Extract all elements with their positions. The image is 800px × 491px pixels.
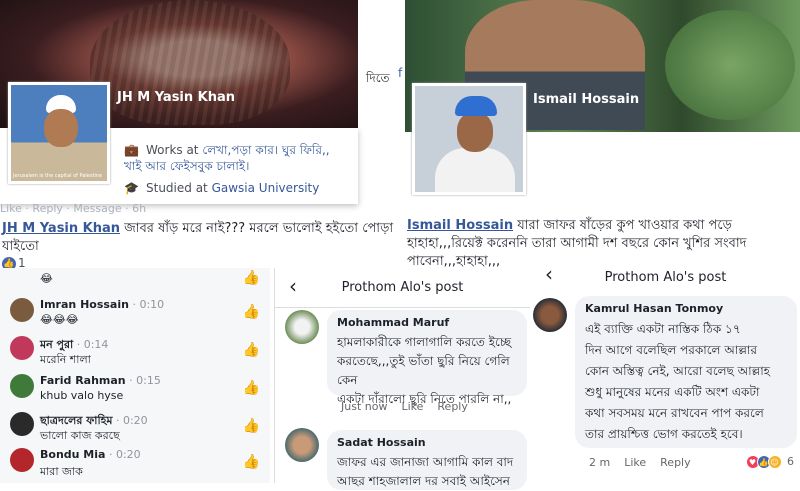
comment-line: এই ব্যাক্তি একটা নাস্তিক ঠিক ১৭ [585,322,741,336]
comment-list-left: 😂 👍 Imran Hossain · 0:10 😂😂😂 👍 মন পুরা ·… [0,268,270,483]
comment-line: আছর শাহজালাল দর সবাই আইসেন [337,474,510,488]
mobile-header: ‹ Prothom Alo's post [275,268,530,308]
haha-reaction-icon: ☺ [767,455,782,469]
comment-line: কোন অস্তিত্ব নেই, আরো বলেছ আল্লাহ [585,364,770,378]
comment-line: শুধু মানুষের মনের একটি অংশ একটা [585,385,760,399]
comment-author-yasin[interactable]: JH M Yasin Khan [2,221,120,236]
like-icon[interactable]: 👍 [243,270,260,286]
list-item-text: khub valo hyse [40,389,124,402]
list-item-text: 😂 [40,272,53,285]
background-post-link: f [398,66,403,80]
comment-actions: Just now Like Reply [341,400,482,413]
cover-photo-foliage [665,10,795,120]
avatar[interactable] [285,310,319,344]
reaction-count: 6 [787,455,794,468]
comment-text-line1: জাবর ষাঁড় মরে নাই??? মরলে ভালোই হইতো পো… [120,221,394,236]
avatar[interactable] [10,412,34,436]
faded-comment-actions: Like · Reply · Message · 6h [0,202,147,215]
avatar[interactable] [10,374,34,398]
comment-author-ismail[interactable]: Ismail Hossain [407,218,513,233]
avatar[interactable] [10,336,34,360]
like-icon[interactable]: 👍 [243,418,260,434]
comment-line: দিন আগে বলেছিল পরকালে আল্লার [585,343,757,357]
reply-button[interactable]: Reply [437,400,467,413]
post-title: Prothom Alo's post [604,270,727,285]
studied-link[interactable]: Gawsia University [212,181,320,195]
avatar-caption: Jerusalem is the capital of Palestine [13,173,103,179]
mobile-comments-panel-2: ‹ Prothom Alo's post Kamrul Hasan Tonmoy… [531,262,800,483]
list-item: Bondu Mia · 0:20 মারা জাক 👍 [0,444,270,482]
list-item-text: মারা জাক [40,465,83,478]
comment-text-line2: যাইতো [2,239,39,254]
briefcase-icon: 💼 [124,143,139,157]
comment-line: করতেছে,,,তুই ভাঁতা ছুরি নিয়ে গেলি কেন [337,354,510,387]
post-title: Prothom Alo's post [341,280,464,295]
studied-at-row: 🎓 Studied at Gawsia University [124,180,319,196]
like-icon[interactable]: 👍 [243,454,260,470]
comment-author[interactable]: Mohammad Maruf [337,316,517,329]
like-icon[interactable]: 👍 [243,380,260,396]
profile-avatar-ismail[interactable] [412,83,526,195]
comment-bubble: Kamrul Hasan Tonmoy এই ব্যাক্তি একটা নাস… [575,296,797,448]
comment-line: তার প্রায়শ্চিত্ত ভোগ করতেই হবে। [585,427,743,441]
avatar-face [457,112,493,152]
comment-text-line3: পাবেনা,,,হাহাহা,,, [407,254,501,269]
list-item-text: 😂😂😂 [40,313,79,326]
list-item: মন পুরা · 0:14 মরেনি শালা 👍 [0,332,270,370]
graduation-cap-icon: 🎓 [124,181,139,195]
studied-prefix: Studied at [146,181,212,195]
like-icon[interactable]: 👍 [243,342,260,358]
avatar[interactable] [285,428,319,462]
avatar-cap [455,96,497,116]
like-button[interactable]: Like [401,400,423,413]
avatar[interactable] [533,298,567,332]
reaction-summary[interactable]: ♥ 👍 ☺ 6 [745,455,794,469]
avatar[interactable] [10,448,34,472]
comment-text-line1: যারা জাফর ষাঁড়ের কুপ খাওয়ার কথা পড়ে [513,218,732,233]
avatar[interactable] [10,298,34,322]
list-item: Imran Hossain · 0:10 😂😂😂 👍 [0,294,270,332]
list-item-name[interactable]: Farid Rahman · 0:15 [40,374,161,387]
profile-avatar-yasin[interactable]: Jerusalem is the capital of Palestine [8,82,110,184]
mobile-header: ‹ Prothom Alo's post [531,262,800,292]
comment-bubble: Sadat Hossain জাফর এর জানাজা আগামি কাল ব… [327,430,527,490]
list-item-name[interactable]: Bondu Mia · 0:20 [40,448,141,461]
comment-line: হামলাকারীকে গালাগালি করতে ইচ্ছে [337,335,512,349]
comment-line: কথা সবসময় মনে রাখবেন পাপ করলে [585,406,764,420]
comment-time: Just now [341,400,388,413]
like-icon[interactable]: 👍 [243,304,260,320]
comment-yasin: JH M Yasin Khan জাবর ষাঁড় মরে নাই??? মর… [2,220,402,256]
works-prefix: Works at [146,143,203,157]
comment-bubble: Mohammad Maruf হামলাকারীকে গালাগালি করতে… [327,310,527,406]
list-item-text: মরেনি শালা [40,353,91,366]
list-item: 😂 👍 [0,268,270,290]
comment-author[interactable]: Sadat Hossain [337,436,517,449]
comment-author[interactable]: Kamrul Hasan Tonmoy [585,302,787,315]
background-post-text: দিতে [366,71,390,85]
reply-button[interactable]: Reply [660,456,690,469]
mobile-comments-panel-1: ‹ Prothom Alo's post Mohammad Maruf হামল… [274,268,530,490]
like-button[interactable]: Like [624,456,646,469]
comment-time: 2 m [589,456,611,469]
profile-name-ismail[interactable]: Ismail Hossain [533,92,639,107]
avatar-face [44,109,78,147]
works-at-row: 💼 Works at লেখা,পড়া কার। ঘুর ফিরি,, খাই … [124,142,344,174]
comment-line: জাফর এর জানাজা আগামি কাল বাদ [337,455,514,469]
list-item: ছাত্রদলের ফাহিম · 0:20 ভালো কাজ করছে 👍 [0,408,270,446]
comment-text-line2: হাহাহা,,,রিয়েক্ট করেননি তারা আগামী দশ ব… [407,236,747,251]
avatar-body [435,148,515,192]
list-item-name[interactable]: Imran Hossain · 0:10 [40,298,164,311]
cover-photo-detail [90,0,290,125]
comment-actions: 2 m Like Reply [589,456,705,469]
profile-name-yasin[interactable]: JH M Yasin Khan [117,90,235,105]
list-item: Farid Rahman · 0:15 khub valo hyse 👍 [0,370,270,408]
